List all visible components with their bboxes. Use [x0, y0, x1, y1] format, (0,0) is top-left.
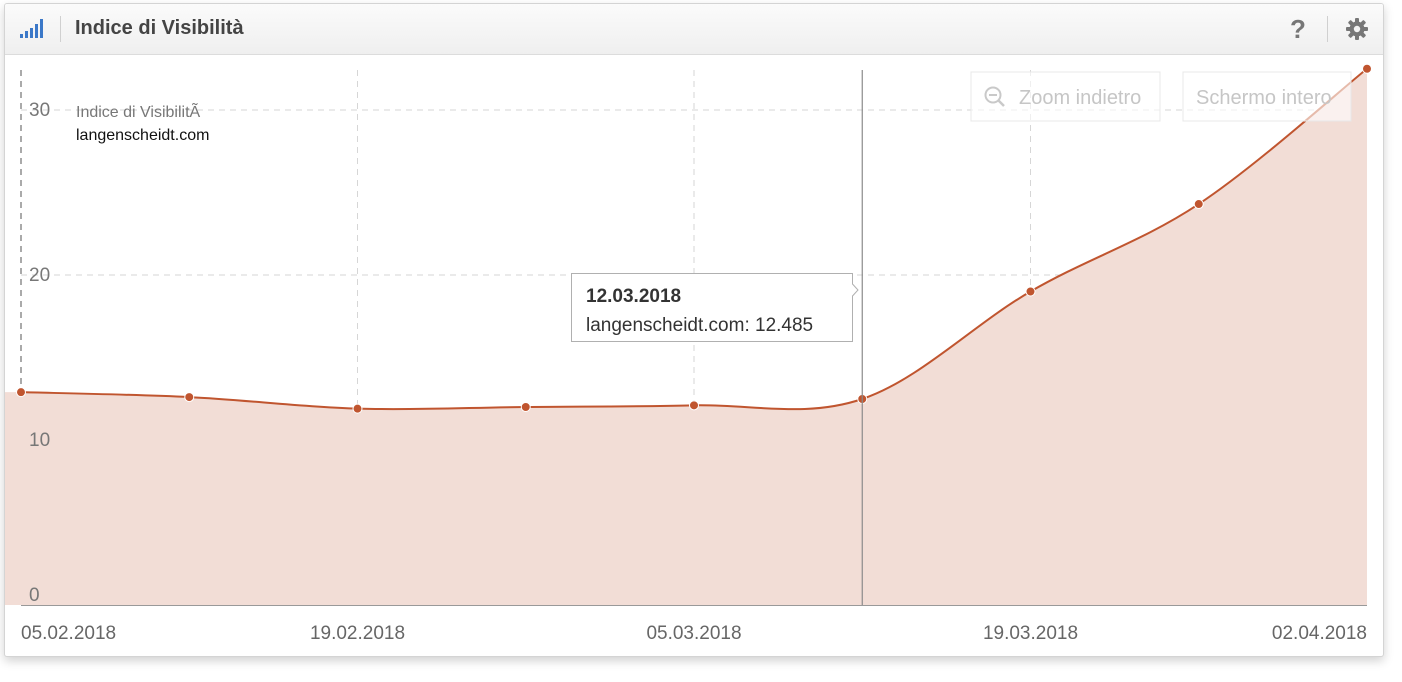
x-tick-label: 02.04.2018: [1272, 623, 1367, 644]
zoom-out-button[interactable]: Zoom indietro: [970, 71, 1161, 122]
gear-icon[interactable]: [1345, 17, 1369, 41]
legend: Indice di VisibilitÃ langenscheidt.com: [76, 101, 209, 144]
tooltip-date: 12.03.2018: [586, 286, 681, 307]
y-tick-label: 10: [29, 430, 50, 451]
help-icon[interactable]: ?: [1290, 14, 1306, 45]
data-point[interactable]: [184, 392, 195, 403]
data-point[interactable]: [520, 402, 531, 412]
tooltip: 12.03.2018 langenscheidt.com: 12.485: [571, 273, 859, 342]
data-point[interactable]: [1193, 199, 1204, 210]
visibility-widget: Indice di Visibilità ? 0 10 20 30 05.02.201…: [4, 3, 1384, 657]
widget-title: Indice di Visibilità: [75, 17, 244, 39]
x-tick-label: 05.02.2018: [21, 623, 116, 644]
x-tick-label: 05.03.2018: [646, 623, 741, 644]
fullscreen-label: Schermo intero: [1196, 87, 1332, 109]
chart-area: 0 10 20 30 05.02.2018 19.02.2018 05.03.2018 19…: [5, 55, 1383, 656]
visibility-chart[interactable]: 0 10 20 30 05.02.2018 19.02.2018 05.03.2018 19…: [5, 55, 1383, 656]
tooltip-value: 12.485: [755, 315, 813, 336]
data-point[interactable]: [352, 403, 363, 414]
legend-entry[interactable]: langenscheidt.com: [76, 127, 209, 144]
x-tick-label: 19.02.2018: [310, 623, 405, 644]
legend-title: Indice di VisibilitÃ: [76, 101, 201, 121]
data-point[interactable]: [1025, 286, 1036, 297]
tooltip-separator: :: [744, 315, 755, 336]
signal-bars-icon: [20, 19, 43, 38]
tooltip-series: langenscheidt.com: [586, 315, 744, 336]
header-divider: [60, 16, 61, 42]
y-tick-label: 30: [29, 100, 50, 121]
data-point[interactable]: [689, 400, 699, 411]
x-tick-label: 19.03.2018: [983, 623, 1078, 644]
widget-header: Indice di Visibilità ?: [5, 4, 1383, 55]
fullscreen-button[interactable]: Schermo intero: [1182, 71, 1352, 122]
data-point[interactable]: [16, 387, 26, 398]
zoom-out-label: Zoom indietro: [1019, 87, 1141, 109]
tooltip-value-row: langenscheidt.com: 12.485: [586, 315, 813, 336]
y-tick-label: 0: [29, 585, 40, 606]
header-divider-right: [1327, 16, 1328, 42]
y-tick-label: 20: [29, 265, 50, 286]
data-point[interactable]: [1362, 63, 1372, 74]
